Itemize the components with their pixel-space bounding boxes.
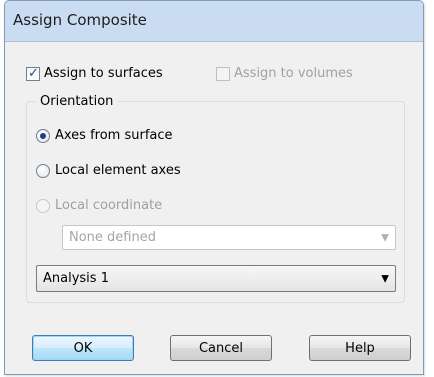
orientation-legend: Orientation bbox=[36, 94, 118, 109]
radio-button-disabled bbox=[36, 198, 50, 213]
assign-composite-dialog: Assign Composite ✓ Assign to surfaces As… bbox=[4, 0, 424, 375]
coordinate-system-select: None defined ▼ bbox=[62, 225, 396, 250]
radio-button[interactable] bbox=[36, 163, 50, 178]
assign-surfaces-option[interactable]: ✓ Assign to surfaces bbox=[26, 66, 163, 81]
chevron-down-icon: ▼ bbox=[381, 232, 389, 243]
radio-axes-from-surface[interactable]: Axes from surface bbox=[36, 128, 173, 143]
assign-volumes-option: Assign to volumes bbox=[216, 66, 353, 81]
assign-surfaces-label: Assign to surfaces bbox=[44, 66, 163, 81]
radio-local-element-axes-label: Local element axes bbox=[55, 163, 181, 178]
cancel-button[interactable]: Cancel bbox=[170, 335, 272, 361]
radio-local-coordinate-label: Local coordinate bbox=[55, 198, 163, 213]
dialog-title: Assign Composite bbox=[13, 11, 147, 29]
radio-local-coordinate: Local coordinate bbox=[36, 198, 162, 213]
radio-dot-icon bbox=[40, 132, 46, 139]
coordinate-system-value: None defined bbox=[69, 230, 156, 245]
assign-surfaces-checkbox[interactable]: ✓ bbox=[26, 65, 40, 81]
title-bar[interactable]: Assign Composite bbox=[5, 1, 423, 42]
checkmark-icon: ✓ bbox=[28, 65, 39, 81]
radio-local-element-axes[interactable]: Local element axes bbox=[36, 163, 181, 178]
ok-button[interactable]: OK bbox=[32, 335, 134, 361]
assign-volumes-checkbox bbox=[216, 66, 230, 81]
analysis-select[interactable]: Analysis 1 ▼ bbox=[36, 265, 396, 292]
chevron-down-icon: ▼ bbox=[381, 273, 389, 284]
help-button[interactable]: Help bbox=[309, 335, 411, 361]
assign-volumes-label: Assign to volumes bbox=[234, 66, 353, 81]
radio-button-selected[interactable] bbox=[36, 128, 50, 143]
radio-axes-from-surface-label: Axes from surface bbox=[55, 128, 173, 143]
analysis-select-value: Analysis 1 bbox=[43, 271, 109, 286]
